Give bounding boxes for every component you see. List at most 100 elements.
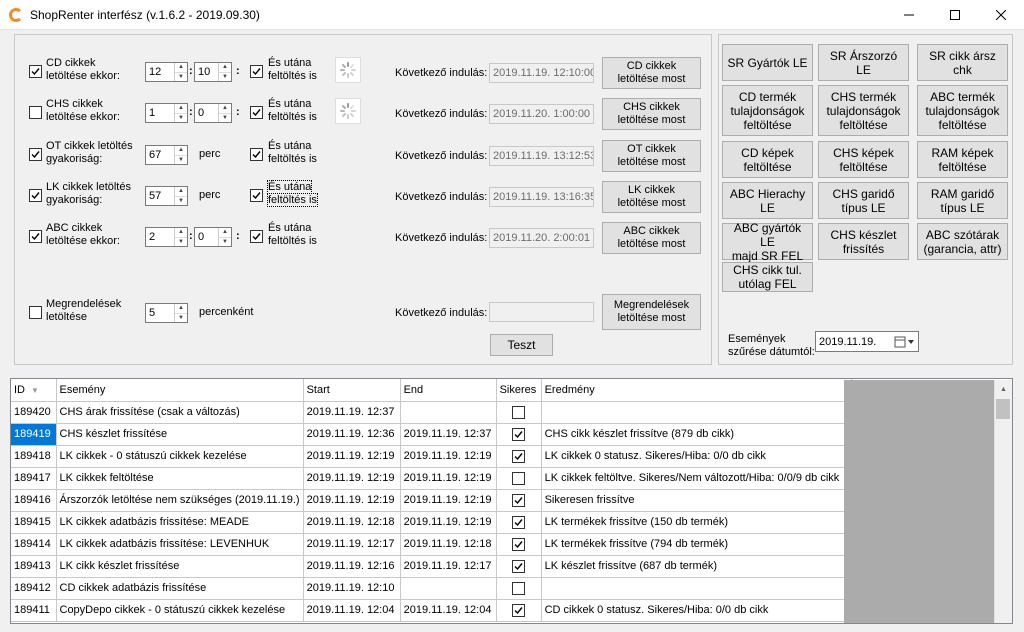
- cell-result[interactable]: CD cikkek 0 statusz. Sikeres/Hiba: 0/0 d…: [541, 599, 852, 622]
- cell-id[interactable]: 189411: [11, 599, 57, 622]
- cell-start[interactable]: 2019.11.19. 12:36: [303, 423, 401, 446]
- cell-id[interactable]: 189418: [11, 445, 57, 468]
- cell-start[interactable]: 2019.11.19. 12:04: [303, 599, 401, 622]
- table-row[interactable]: 189414 LK cikkek adatbázis frissítése: LE…: [11, 533, 852, 556]
- table-row[interactable]: 189413 LK cikk készlet frissítése 2019.11.…: [11, 555, 852, 578]
- down-arrow-icon[interactable]: ▼: [219, 238, 231, 247]
- cell-success[interactable]: [496, 445, 542, 468]
- orders-checkbox[interactable]: [29, 306, 42, 319]
- calendar-icon[interactable]: [894, 335, 916, 352]
- column-header[interactable]: End: [400, 379, 497, 402]
- up-arrow-icon[interactable]: ▲: [219, 104, 231, 114]
- minute-stepper[interactable]: 0 ▲ ▼: [194, 227, 232, 247]
- table-row[interactable]: 189417 LK cikkek feltöltése 2019.11.19. 12…: [11, 467, 852, 490]
- cell-id[interactable]: 189420: [11, 401, 57, 424]
- action-button[interactable]: CD képek feltöltése: [722, 141, 813, 178]
- cell-start[interactable]: 2019.11.19. 12:16: [303, 555, 401, 578]
- success-checkbox[interactable]: [512, 427, 526, 441]
- upload-after-checkbox[interactable]: [250, 230, 263, 243]
- cell-id[interactable]: 189417: [11, 467, 57, 490]
- down-arrow-icon[interactable]: ▼: [175, 238, 187, 247]
- schedule-checkbox[interactable]: [29, 65, 42, 78]
- table-row[interactable]: 189418 LK cikkek - 0 státuszú cikkek keze…: [11, 445, 852, 468]
- action-button[interactable]: CD termék tulajdonságok feltöltése: [722, 85, 813, 136]
- cell-success[interactable]: [496, 555, 542, 578]
- action-button[interactable]: CHS cikk tul. utólag FEL: [722, 262, 813, 292]
- up-arrow-icon[interactable]: ▲: [175, 228, 187, 238]
- download-now-button[interactable]: ABC cikkek letöltése most: [602, 222, 701, 254]
- up-arrow-icon[interactable]: ▲: [175, 304, 187, 314]
- cell-success[interactable]: [496, 511, 542, 534]
- success-checkbox[interactable]: [512, 603, 526, 617]
- success-checkbox[interactable]: [512, 559, 526, 573]
- hour-stepper[interactable]: 2 ▲ ▼: [145, 227, 188, 247]
- upload-after-checkbox[interactable]: [250, 148, 263, 161]
- action-button[interactable]: CHS képek feltöltése: [818, 141, 909, 178]
- success-checkbox[interactable]: [512, 537, 526, 551]
- upload-after-checkbox[interactable]: [250, 106, 263, 119]
- schedule-checkbox[interactable]: [29, 148, 42, 161]
- cell-event[interactable]: CHS készlet frissítése: [56, 423, 304, 446]
- cell-end[interactable]: [400, 577, 497, 600]
- cell-event[interactable]: LK cikk készlet frissítése: [56, 555, 304, 578]
- action-button[interactable]: SR cikk ársz chk: [917, 44, 1008, 81]
- upload-after-checkbox[interactable]: [250, 189, 263, 202]
- orders-download-button[interactable]: Megrendelések letöltése most: [602, 294, 701, 330]
- minute-stepper[interactable]: 0 ▲ ▼: [194, 103, 232, 123]
- action-button[interactable]: ABC Hierachy LE: [722, 182, 813, 219]
- cell-result[interactable]: LK cikkek feltöltve. Sikeres/Nem változo…: [541, 467, 852, 490]
- maximize-button[interactable]: [932, 0, 978, 30]
- cell-id[interactable]: 189419: [11, 423, 57, 446]
- cell-id[interactable]: 189412: [11, 577, 57, 600]
- up-arrow-icon[interactable]: ▲: [175, 187, 187, 197]
- filter-date-picker[interactable]: 2019.11.19.: [815, 331, 919, 352]
- column-header[interactable]: Eredmény: [541, 379, 852, 402]
- cell-success[interactable]: [496, 489, 542, 512]
- success-checkbox[interactable]: [512, 405, 526, 419]
- table-row[interactable]: 189411 CopyDepo cikkek - 0 státuszú cikke…: [11, 599, 852, 622]
- down-arrow-icon[interactable]: ▼: [175, 114, 187, 123]
- success-checkbox[interactable]: [512, 493, 526, 507]
- cell-end[interactable]: 2019.11.19. 12:19: [400, 467, 497, 490]
- cell-start[interactable]: 2019.11.19. 12:19: [303, 489, 401, 512]
- table-row[interactable]: 189419 CHS készlet frissítése 2019.11.19. …: [11, 423, 852, 446]
- success-checkbox[interactable]: [512, 515, 526, 529]
- cell-end[interactable]: 2019.11.19. 12:19: [400, 489, 497, 512]
- events-grid[interactable]: ID ▼ Esemény Start End Sikeres Eredmény 189420…: [10, 378, 1013, 624]
- cell-end[interactable]: 2019.11.19. 12:04: [400, 599, 497, 622]
- minimize-button[interactable]: [886, 0, 932, 30]
- cell-event[interactable]: LK cikkek adatbázis frissítése: MEADE: [56, 511, 304, 534]
- cell-result[interactable]: [541, 401, 852, 424]
- table-row[interactable]: 189412 CD cikkek adatbázis frissítése 2019…: [11, 577, 852, 600]
- cell-start[interactable]: 2019.11.19. 12:10: [303, 577, 401, 600]
- cell-end[interactable]: 2019.11.19. 12:19: [400, 445, 497, 468]
- up-arrow-icon[interactable]: ▲: [219, 63, 231, 73]
- success-checkbox[interactable]: [512, 471, 526, 485]
- upload-after-checkbox[interactable]: [250, 65, 263, 78]
- scroll-up-icon[interactable]: ▲: [995, 380, 1012, 398]
- cell-event[interactable]: CopyDepo cikkek - 0 státuszú cikkek keze…: [56, 599, 304, 622]
- download-now-button[interactable]: CHS cikkek letöltése most: [602, 98, 701, 130]
- column-header[interactable]: Start: [303, 379, 401, 402]
- cell-result[interactable]: Sikeresen frissítve: [541, 489, 852, 512]
- down-arrow-icon[interactable]: ▼: [175, 314, 187, 323]
- cell-success[interactable]: [496, 423, 542, 446]
- table-row[interactable]: 189420 CHS árak frissítése (csak a változ…: [11, 401, 852, 424]
- action-button[interactable]: CHS termék tulajdonságok feltöltése: [818, 85, 909, 136]
- cell-success[interactable]: [496, 467, 542, 490]
- down-arrow-icon[interactable]: ▼: [175, 156, 187, 165]
- hour-stepper[interactable]: 1 ▲ ▼: [145, 103, 188, 123]
- scrollbar-thumb[interactable]: [996, 399, 1010, 419]
- cell-id[interactable]: 189416: [11, 489, 57, 512]
- column-header[interactable]: Sikeres: [496, 379, 542, 402]
- cell-event[interactable]: CHS árak frissítése (csak a változás): [56, 401, 304, 424]
- cell-event[interactable]: CD cikkek adatbázis frissítése: [56, 577, 304, 600]
- cell-result[interactable]: [541, 577, 852, 600]
- schedule-checkbox[interactable]: [29, 106, 42, 119]
- cell-start[interactable]: 2019.11.19. 12:17: [303, 533, 401, 556]
- download-now-button[interactable]: OT cikkek letöltése most: [602, 140, 701, 172]
- cell-start[interactable]: 2019.11.19. 12:19: [303, 467, 401, 490]
- cell-event[interactable]: LK cikkek feltöltése: [56, 467, 304, 490]
- action-button[interactable]: SR Gyártók LE: [722, 44, 813, 81]
- up-arrow-icon[interactable]: ▲: [219, 228, 231, 238]
